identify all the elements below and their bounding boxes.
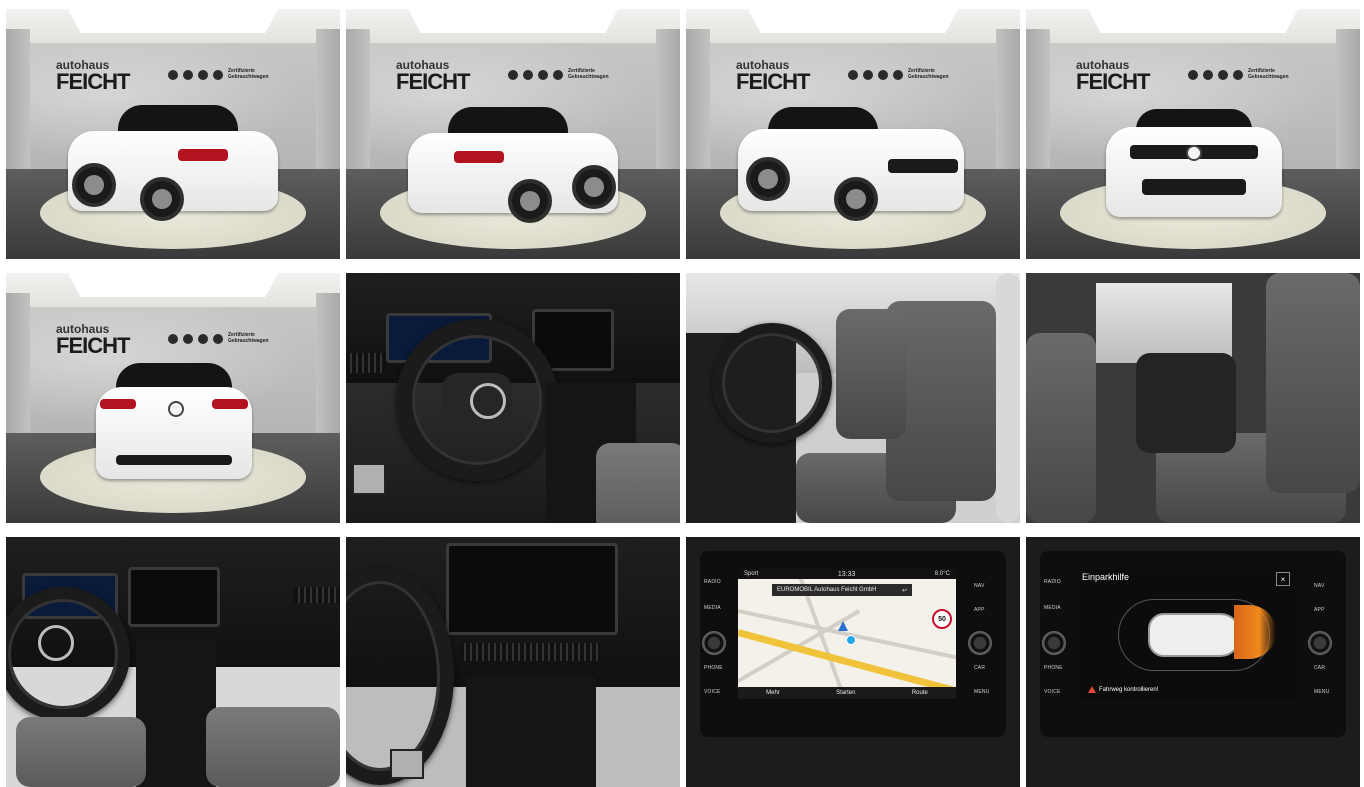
rear-warning-zone [1234, 605, 1276, 659]
position-arrow-icon [838, 621, 848, 631]
car [738, 107, 968, 247]
ceiling [6, 9, 340, 43]
car [1106, 109, 1282, 229]
start-button[interactable]: Starten [836, 690, 855, 696]
photo-rear[interactable]: autohaus FEICHT Zertifizierte Gebrauchtwa… [6, 273, 340, 523]
photo-rear-right[interactable]: autohaus FEICHT Zertifizierte Gebrauchtwa… [346, 9, 680, 259]
tune-knob [968, 631, 992, 655]
nav-button-bar: Mehr Starten Route [738, 687, 956, 699]
dealer-logo: autohaus FEICHT [56, 322, 130, 358]
dealer-logo: autohaus FEICHT [396, 58, 470, 94]
photo-dashboard[interactable] [6, 537, 340, 787]
dealer-logo: autohaus FEICHT [56, 58, 130, 94]
dealer-logo: autohaus FEICHT [736, 58, 810, 94]
vw-logo-icon [38, 625, 74, 661]
destination-bar[interactable]: EUROMOBIL Autohaus Feicht GmbH ↩ [772, 584, 912, 596]
photo-gallery: autohaus FEICHT Zertifizierte Gebrauchtwa… [6, 9, 1360, 787]
photo-front[interactable]: autohaus FEICHT Zertifizierte Gebrauchtwa… [1026, 9, 1360, 259]
speed-limit-sign: 50 [932, 609, 952, 629]
volume-knob [702, 631, 726, 655]
brand-logos: Zertifizierte Gebrauchtwagen [168, 68, 269, 80]
brand-logos: Zertifizierte Gebrauchtwagen [508, 68, 609, 80]
close-button[interactable]: × [1276, 572, 1290, 586]
ceiling-light [68, 9, 278, 33]
photo-center-console[interactable] [346, 537, 680, 787]
steering-wheel [712, 323, 832, 443]
photo-front-seats[interactable] [686, 273, 1020, 523]
nav-display: Sport 13:33 8.0°C EUROMOBIL Autohaus Fei… [738, 569, 956, 699]
car [96, 363, 252, 493]
infotainment-screen [128, 567, 220, 627]
park-assist-title: Einparkhilfe [1082, 572, 1130, 582]
photo-rear-seats[interactable] [1026, 273, 1360, 523]
dealer-logo: autohaus FEICHT [1076, 58, 1150, 94]
brand-logos: Zertifizierte Gebrauchtwagen [1188, 68, 1289, 80]
car-topview [1148, 613, 1242, 657]
route-button[interactable]: Route [912, 690, 928, 696]
vw-logo-icon [470, 383, 506, 419]
more-button[interactable]: Mehr [766, 690, 780, 696]
car [408, 107, 618, 247]
warning-message: Fahrweg kontrollieren! [1088, 686, 1158, 693]
car [68, 105, 278, 245]
warning-icon [1088, 686, 1096, 693]
infotainment-screen [446, 543, 618, 635]
current-position-dot-icon [846, 635, 856, 645]
photo-front-right[interactable]: autohaus FEICHT Zertifizierte Gebrauchtwa… [686, 9, 1020, 259]
status-bar: Sport 13:33 8.0°C [738, 569, 956, 579]
tune-knob [1308, 631, 1332, 655]
return-arrow-icon[interactable]: ↩ [902, 587, 907, 594]
photo-rear-left[interactable]: autohaus FEICHT Zertifizierte Gebrauchtwa… [6, 9, 340, 259]
brand-logos: Zertifizierte Gebrauchtwagen [848, 68, 949, 80]
photo-cockpit[interactable] [346, 273, 680, 523]
volume-knob [1042, 631, 1066, 655]
park-display: Einparkhilfe × Fahrweg kontrollieren! [1078, 569, 1296, 699]
brand-logos: Zertifizierte Gebrauchtwagen [168, 332, 269, 344]
photo-navigation-screen[interactable]: RADIO MEDIA PHONE VOICE NAV APP CAR MENU… [686, 537, 1020, 787]
photo-park-assist-screen[interactable]: RADIO MEDIA PHONE VOICE NAV APP CAR MENU… [1026, 537, 1360, 787]
